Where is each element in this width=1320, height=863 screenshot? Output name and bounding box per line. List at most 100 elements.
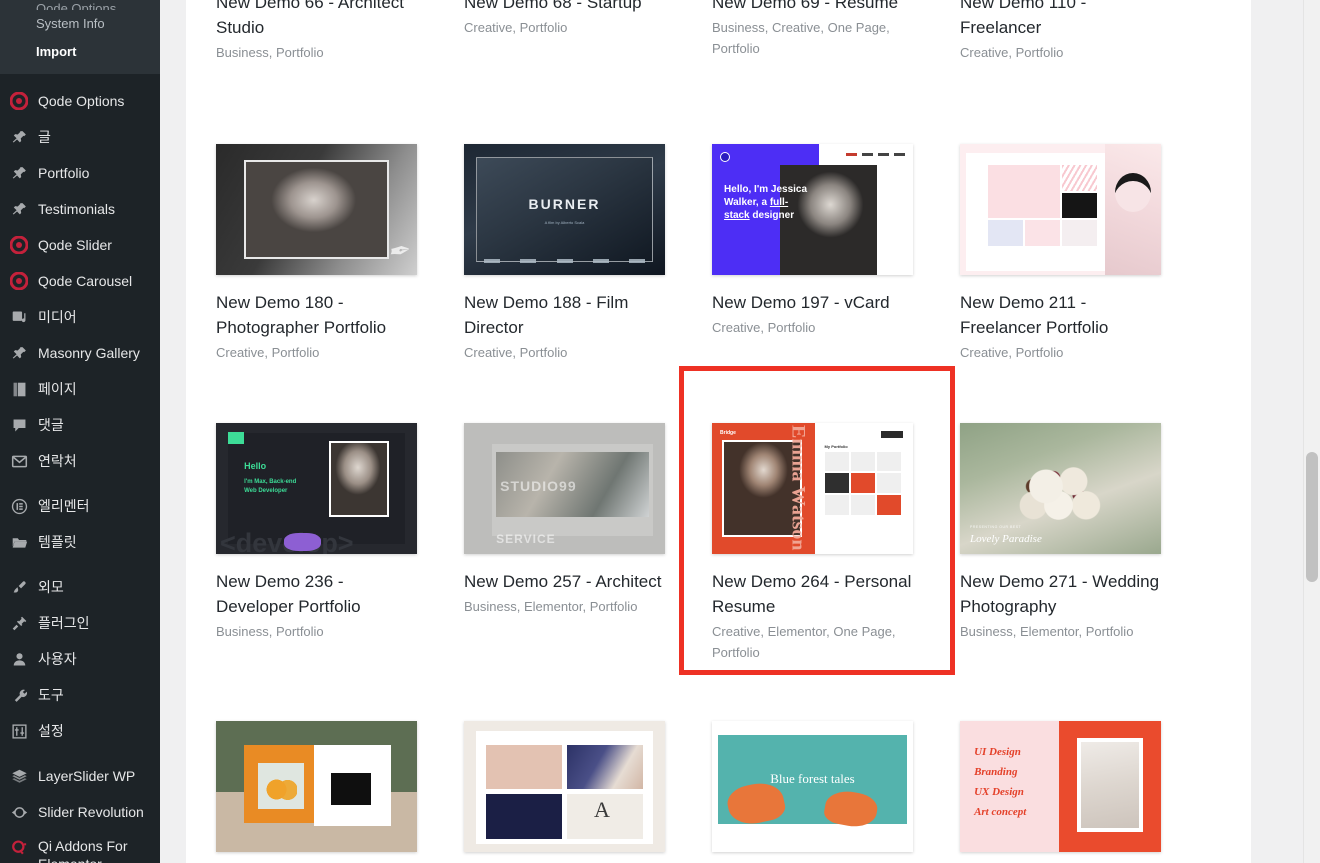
demo-thumbnail[interactable]: BURNER A film by Alberto Scala xyxy=(464,144,665,275)
sidebar-item-users[interactable]: 사용자 xyxy=(0,641,160,677)
comment-icon xyxy=(9,415,29,435)
demo-categories: Business, Portfolio xyxy=(216,45,324,60)
demo-categories: Business, Elementor, Portfolio xyxy=(464,599,638,614)
sidebar-item-contacts[interactable]: 연락처 xyxy=(0,443,160,479)
sidebar-item-qode-options[interactable]: Qode Options xyxy=(0,83,160,119)
sidebar-item-qi-addons-for-elementor[interactable]: Qi Addons For Elementor xyxy=(0,830,160,863)
demo-title: New Demo 180 - Photographer Portfolio xyxy=(216,293,387,337)
demo-card-selected[interactable]: Bridge Emma Watson My Portfolio New Demo… xyxy=(679,366,955,685)
demo-thumbnail[interactable]: STUDIO99 SERVICE xyxy=(464,423,665,554)
demo-title: New Demo 68 - Startup xyxy=(464,0,642,12)
sidebar-subitem-system-info[interactable]: System Info xyxy=(0,10,160,38)
elementor-icon xyxy=(9,496,29,516)
demo-thumbnail[interactable] xyxy=(216,721,417,852)
demo-categories: Creative, Portfolio xyxy=(960,345,1064,360)
thumb-button xyxy=(880,430,903,438)
demo-thumbnail[interactable] xyxy=(960,144,1161,275)
demo-card[interactable]: BURNER A film by Alberto Scala New Demo … xyxy=(464,85,665,385)
admin-sidebar: Qode Options System Info Import Qode Opt… xyxy=(0,0,160,863)
scrollbar-thumb[interactable] xyxy=(1306,452,1318,582)
demo-card[interactable]: UI Design Branding UX Design Art concept xyxy=(960,685,1161,863)
sidebar-item-label: 외모 xyxy=(38,578,64,595)
demo-thumbnail[interactable]: UI Design Branding UX Design Art concept xyxy=(960,721,1161,852)
demo-card[interactable]: New Demo 211 - Freelancer Portfolio Crea… xyxy=(960,85,1161,385)
thumb-heading-line1: Hello, I'm Jessica xyxy=(724,184,808,196)
thumb-vertical-name: Emma Watson xyxy=(787,425,809,551)
thumb-tile xyxy=(566,744,643,790)
demo-card[interactable]: Blue forest tales xyxy=(712,685,913,863)
demo-thumbnail[interactable]: Blue forest tales xyxy=(712,721,913,852)
sidebar-item-label: Qode Slider xyxy=(38,236,112,253)
demo-card[interactable]: New Demo 66 - Architect Studio Business,… xyxy=(216,0,417,85)
sidebar-item-templates[interactable]: 템플릿 xyxy=(0,524,160,560)
demo-title: New Demo 236 - Developer Portfolio xyxy=(216,572,361,616)
sidebar-item-pages[interactable]: 페이지 xyxy=(0,371,160,407)
wrench-icon xyxy=(9,685,29,705)
thumb-word: Branding xyxy=(974,765,1018,778)
sidebar-item-testimonials[interactable]: Testimonials xyxy=(0,191,160,227)
demo-card[interactable]: STUDIO99 SERVICE New Demo 257 - Architec… xyxy=(464,385,665,685)
demo-card[interactable]: <develop> HelloI'm Max, Back-endWeb Deve… xyxy=(216,385,417,685)
thumb-green-text: Hello I'm Max, Back-end Web Developer xyxy=(244,460,297,495)
demo-thumbnail[interactable]: <develop> HelloI'm Max, Back-endWeb Deve… xyxy=(216,423,417,554)
sidebar-item-slider-revolution[interactable]: Slider Revolution xyxy=(0,794,160,830)
demo-thumbnail[interactable] xyxy=(464,721,665,852)
demo-card[interactable]: New Demo 68 - Startup Creative, Portfoli… xyxy=(464,0,665,85)
plug-icon xyxy=(9,613,29,633)
sidebar-subitem-import[interactable]: Import xyxy=(0,38,160,66)
demo-thumbnail[interactable]: ✒ xyxy=(216,144,417,275)
sidebar-item-media[interactable]: 미디어 xyxy=(0,299,160,335)
sidebar-divider-1 xyxy=(0,74,160,83)
sidebar-item-qode-slider[interactable]: Qode Slider xyxy=(0,227,160,263)
thumb-word: UI Design xyxy=(974,745,1021,758)
sidebar-item-settings[interactable]: 설정 xyxy=(0,713,160,749)
sidebar-item-comments[interactable]: 댓글 xyxy=(0,407,160,443)
qode-circle-icon xyxy=(9,271,29,291)
demo-categories: Creative, Elementor, One Page, Portfolio xyxy=(712,624,896,660)
sidebar-item-posts[interactable]: 글 xyxy=(0,119,160,155)
sidebar-item-elementor[interactable]: 엘리멘터 xyxy=(0,488,160,524)
demo-card[interactable]: ✒ New Demo 180 - Photographer Portfolio … xyxy=(216,85,417,385)
demo-card[interactable]: New Demo 110 - Freelancer Creative, Port… xyxy=(960,0,1161,85)
demo-thumbnail[interactable]: Bridge Emma Watson My Portfolio xyxy=(712,423,913,554)
sidebar-item-masonry-gallery[interactable]: Masonry Gallery xyxy=(0,335,160,371)
demo-categories: Creative, Portfolio xyxy=(464,20,568,35)
sidebar-subitem-qode-options[interactable]: Qode Options xyxy=(0,0,160,10)
thumb-signature: ✒ xyxy=(385,235,411,268)
demo-card[interactable]: Hello, I'm Jessica Walker, a full-stack … xyxy=(712,85,913,385)
sidebar-item-layerslider-wp[interactable]: LayerSlider WP xyxy=(0,758,160,794)
sidebar-item-qode-carousel[interactable]: Qode Carousel xyxy=(0,263,160,299)
demo-card[interactable] xyxy=(464,685,665,863)
main-content: New Demo 66 - Architect Studio Business,… xyxy=(160,0,1320,863)
app-root: Qode Options System Info Import Qode Opt… xyxy=(0,0,1320,863)
folder-icon xyxy=(9,532,29,552)
qi-icon xyxy=(9,837,29,857)
thumb-accent-shape xyxy=(284,533,321,552)
thumb-tile xyxy=(486,794,563,839)
demo-card[interactable] xyxy=(216,685,417,863)
qode-circle-icon xyxy=(9,235,29,255)
demo-categories: Creative, Portfolio xyxy=(712,320,816,335)
sidebar-item-appearance[interactable]: 외모 xyxy=(0,569,160,605)
demo-thumbnail[interactable]: PRESENTING OUR BEST Lovely Paradise xyxy=(960,423,1161,554)
sidebar-item-label: 페이지 xyxy=(38,380,77,397)
sidebar-item-plugins[interactable]: 플러그인 xyxy=(0,605,160,641)
sidebar-item-portfolio[interactable]: Portfolio xyxy=(0,155,160,191)
pin-icon xyxy=(9,199,29,219)
thumb-portfolio-grid xyxy=(824,451,901,515)
thumb-word-list: UI Design Branding UX Design Art concept xyxy=(974,742,1054,822)
sidebar-item-label: Qode Carousel xyxy=(38,272,133,289)
demo-title: New Demo 188 - Film Director xyxy=(464,293,629,337)
pin-icon xyxy=(9,163,29,183)
thumb-logo-strip xyxy=(484,259,645,264)
thumb-gallery-grid xyxy=(988,164,1097,247)
demo-card[interactable]: PRESENTING OUR BEST Lovely Paradise New … xyxy=(960,385,1161,685)
demo-card[interactable]: New Demo 69 - Resume Business, Creative,… xyxy=(712,0,913,85)
sidebar-item-tools[interactable]: 도구 xyxy=(0,677,160,713)
demo-title: New Demo 69 - Resume xyxy=(712,0,899,12)
demo-categories: Business, Elementor, Portfolio xyxy=(960,624,1134,639)
demo-thumbnail[interactable]: Hello, I'm Jessica Walker, a full-stack … xyxy=(712,144,913,275)
media-icon xyxy=(9,307,29,327)
vertical-scrollbar[interactable] xyxy=(1303,0,1320,863)
demo-categories: Business, Portfolio xyxy=(216,624,324,639)
